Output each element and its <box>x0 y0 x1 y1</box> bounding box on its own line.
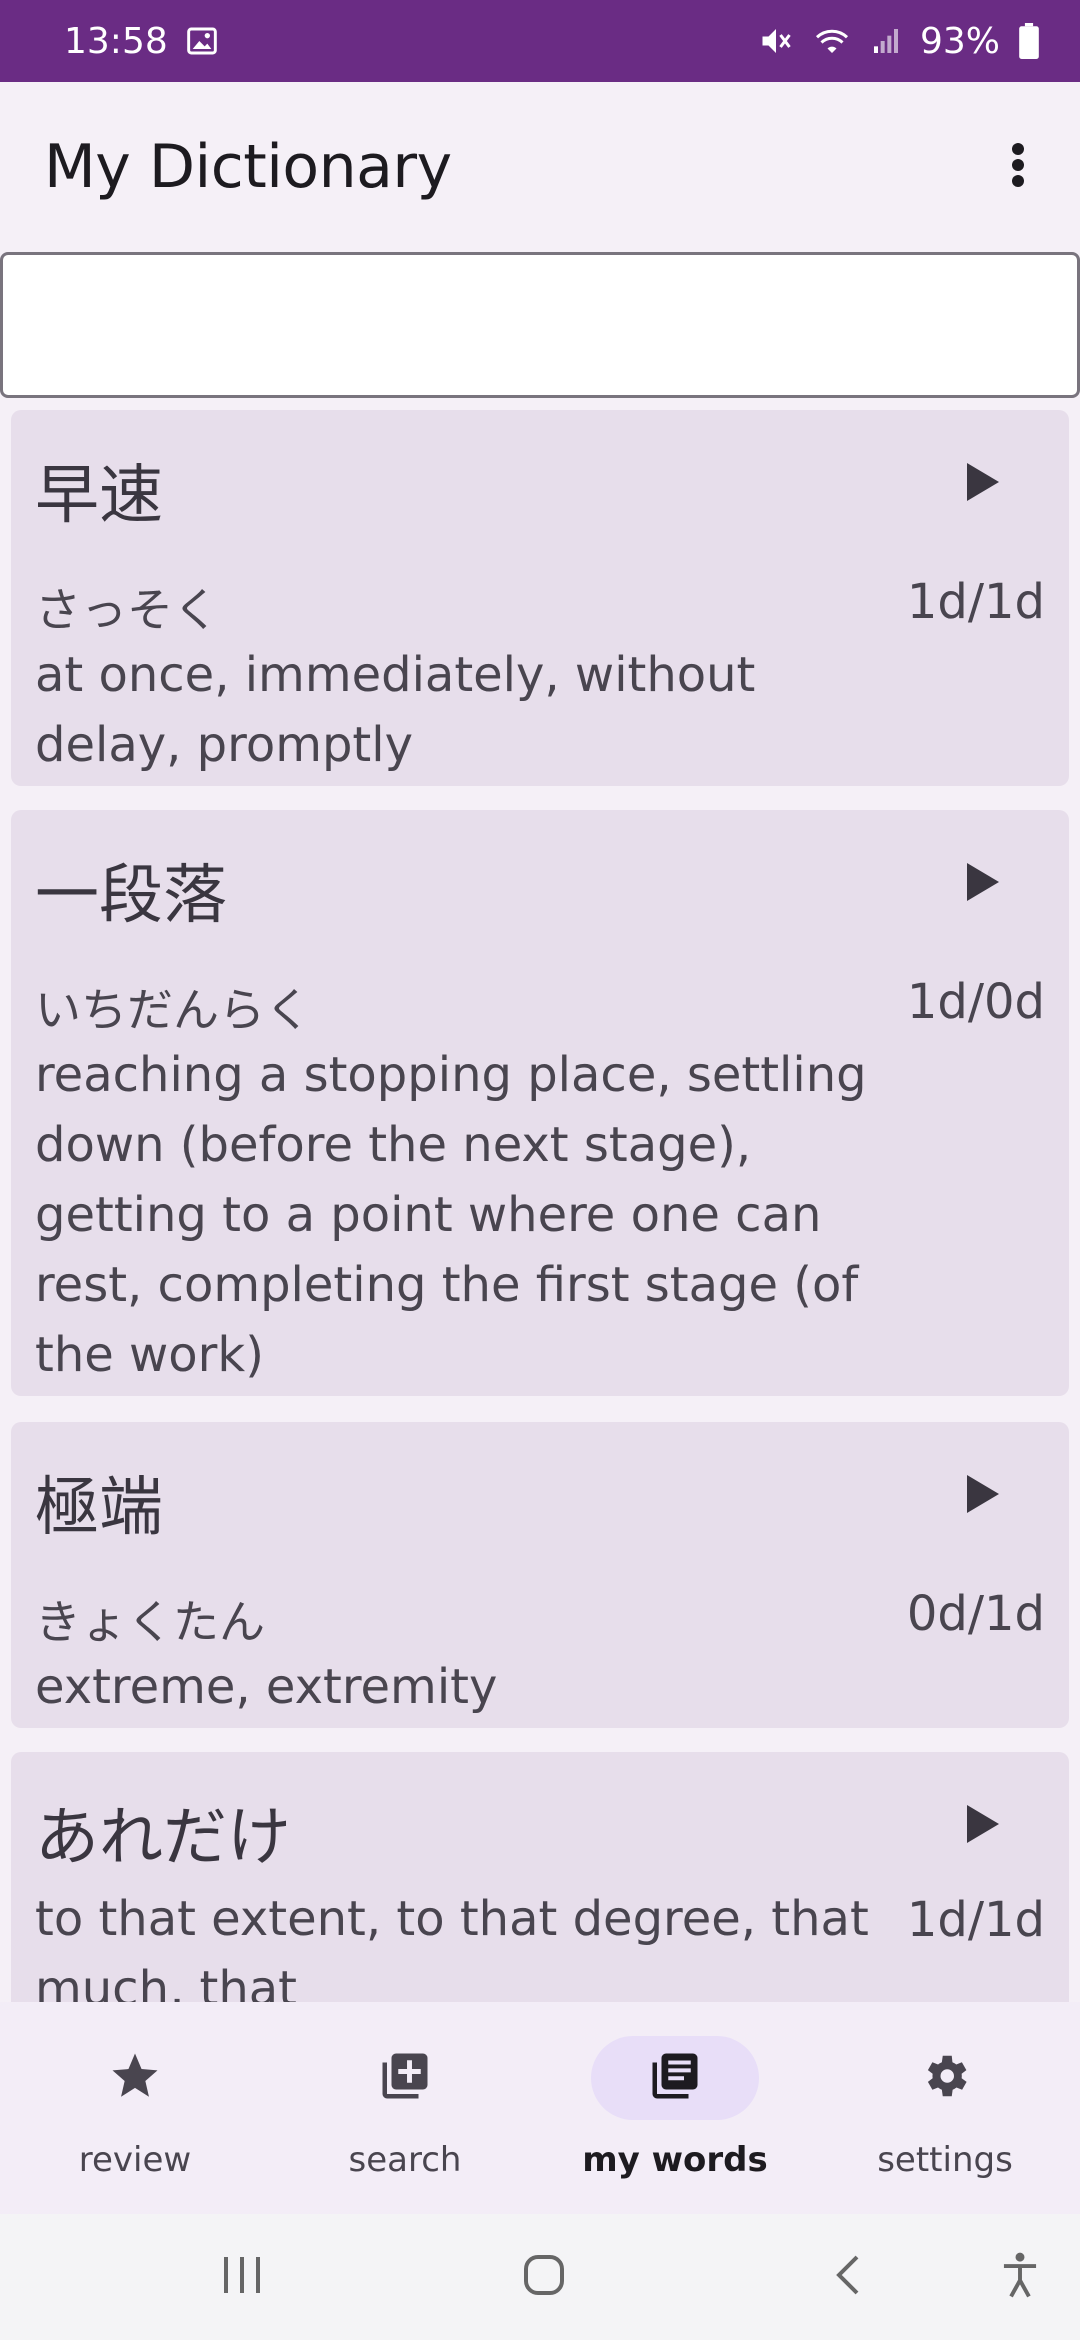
bottom-navigation: review search my words settings <box>0 2002 1080 2214</box>
system-navigation-bar <box>0 2214 1080 2340</box>
word-card[interactable]: 早速 さっそく 1d/1d at once, immediately, with… <box>11 410 1069 786</box>
nav-label: search <box>348 2140 462 2180</box>
mute-icon <box>758 23 794 59</box>
review-interval: 1d/1d <box>906 1892 1045 1948</box>
back-button[interactable] <box>818 2247 878 2307</box>
nav-pill <box>321 2036 489 2120</box>
nav-item-settings[interactable]: settings <box>810 2002 1080 2214</box>
play-icon <box>965 1803 1001 1849</box>
word-reading: さっそく <box>35 583 219 637</box>
review-interval: 0d/1d <box>906 1586 1045 1642</box>
page-title: My Dictionary <box>44 132 452 202</box>
play-audio-button[interactable] <box>953 1796 1013 1856</box>
library-books-icon <box>648 2049 702 2107</box>
word-kanji: あれだけ <box>35 1801 291 1875</box>
recents-icon <box>220 2255 264 2299</box>
word-meaning: at once, immediately, without delay, pro… <box>35 647 756 773</box>
add-box-icon <box>378 2049 432 2107</box>
word-meaning: extreme, extremity <box>35 1659 498 1715</box>
search-input[interactable] <box>0 252 1080 398</box>
battery-icon <box>1018 23 1040 59</box>
word-reading: きょくたん <box>35 1595 265 1649</box>
home-icon <box>522 2253 566 2301</box>
play-audio-button[interactable] <box>953 454 1013 514</box>
word-card[interactable]: 極端 きょくたん 0d/1d extreme, extremity <box>11 1422 1069 1728</box>
word-kanji: 早速 <box>35 459 163 533</box>
play-icon <box>965 1473 1001 1519</box>
back-icon <box>833 2253 863 2301</box>
nav-item-search[interactable]: search <box>270 2002 540 2214</box>
nav-pill-active <box>591 2036 759 2120</box>
wifi-icon <box>812 23 852 59</box>
review-interval: 1d/0d <box>906 974 1045 1030</box>
word-reading: いちだんらく <box>35 983 311 1037</box>
word-meaning: to that extent, to that degree, that muc… <box>35 1891 869 2002</box>
nav-pill <box>861 2036 1029 2120</box>
word-list[interactable]: 早速 さっそく 1d/1d at once, immediately, with… <box>0 408 1080 2002</box>
gear-icon <box>918 2049 972 2107</box>
recents-button[interactable] <box>212 2247 272 2307</box>
word-card[interactable]: 一段落 いちだんらく 1d/0d reaching a stopping pla… <box>11 810 1069 1396</box>
more-options-button[interactable] <box>986 135 1050 199</box>
more-vert-icon <box>1010 141 1026 193</box>
nav-label: settings <box>877 2140 1013 2180</box>
nav-item-my-words[interactable]: my words <box>540 2002 810 2214</box>
review-interval: 1d/1d <box>906 574 1045 630</box>
word-kanji: 一段落 <box>35 859 227 933</box>
accessibility-icon <box>998 2250 1042 2304</box>
play-icon <box>965 861 1001 907</box>
nav-label: my words <box>582 2140 768 2180</box>
word-kanji: 極端 <box>35 1471 163 1545</box>
nav-pill <box>51 2036 219 2120</box>
star-icon <box>108 2049 162 2107</box>
word-card[interactable]: あれだけ 1d/1d to that extent, to that degre… <box>11 1752 1069 2002</box>
status-time: 13:58 <box>64 20 168 62</box>
play-audio-button[interactable] <box>953 854 1013 914</box>
play-icon <box>965 461 1001 507</box>
status-right: 93% <box>758 21 1040 62</box>
play-audio-button[interactable] <box>953 1466 1013 1526</box>
nav-label: review <box>78 2140 192 2180</box>
status-left: 13:58 <box>64 21 218 62</box>
nav-item-review[interactable]: review <box>0 2002 270 2214</box>
status-bar: 13:58 93% <box>0 0 1080 82</box>
accessibility-button[interactable] <box>990 2247 1050 2307</box>
image-icon <box>186 25 218 57</box>
word-meaning: reaching a stopping place, settling down… <box>35 1047 867 1383</box>
app-bar: My Dictionary <box>0 82 1080 252</box>
home-button[interactable] <box>514 2247 574 2307</box>
battery-percent: 93% <box>919 20 1000 62</box>
signal-icon <box>870 25 902 57</box>
